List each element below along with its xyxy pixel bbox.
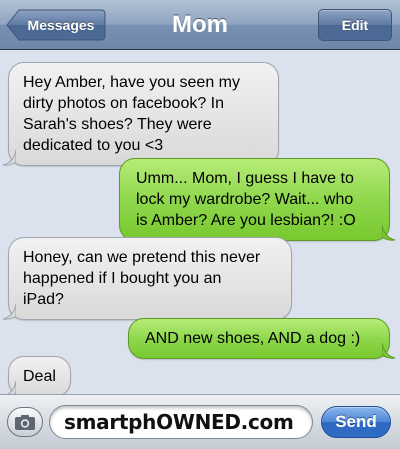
message-input[interactable]: smartphOWNED.com (49, 405, 313, 439)
message-bubble-received: Honey, can we pretend this never happene… (2, 237, 292, 320)
back-button-label: Messages (27, 17, 95, 33)
message-text: Umm... Mom, I guess I have to lock my wa… (136, 170, 356, 229)
back-button[interactable]: Messages (6, 9, 106, 41)
message-bubble-received: Deal (2, 356, 71, 397)
camera-button[interactable] (7, 407, 43, 437)
bubble-tail (2, 150, 16, 166)
message-input-toolbar: smartphOWNED.com Send (0, 394, 400, 449)
message-text: AND new shoes, AND a dog :) (145, 330, 361, 347)
message-bubble-sent: AND new shoes, AND a dog :) (128, 318, 396, 359)
message-text: Honey, can we pretend this never happene… (23, 249, 261, 308)
edit-button[interactable]: Edit (318, 9, 392, 41)
edit-button-label: Edit (341, 17, 369, 33)
bubble-tail (382, 343, 396, 359)
message-text: Deal (23, 368, 56, 385)
navigation-bar: Messages Mom Edit (0, 0, 400, 50)
bubble-tail (382, 225, 396, 241)
message-bubble-received: Hey Amber, have you seen my dirty photos… (2, 62, 279, 166)
message-bubble-sent: Umm... Mom, I guess I have to lock my wa… (119, 158, 396, 241)
message-text: Hey Amber, have you seen my dirty photos… (23, 74, 240, 154)
conversation-title: Mom (172, 11, 228, 38)
camera-icon (15, 414, 35, 430)
message-thread[interactable]: Hey Amber, have you seen my dirty photos… (0, 51, 400, 397)
send-button[interactable]: Send (321, 406, 391, 438)
bubble-tail (2, 304, 16, 320)
